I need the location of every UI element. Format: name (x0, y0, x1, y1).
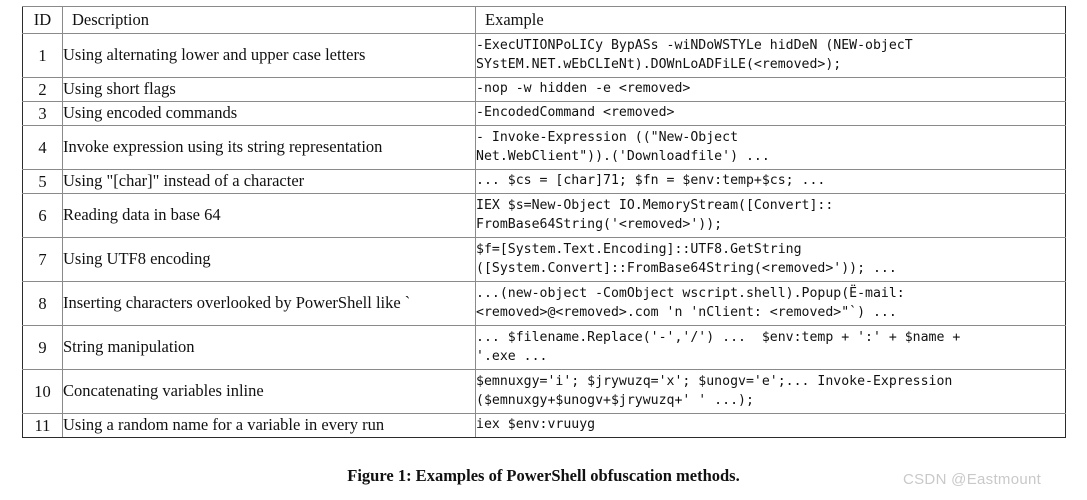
cell-description: Inserting characters overlooked by Power… (62, 281, 476, 326)
table-row: 5 Using "[char]" instead of a character..… (22, 169, 1066, 194)
cell-id: 2 (22, 77, 63, 102)
cell-id: 5 (22, 169, 63, 194)
cell-description: Reading data in base 64 (62, 193, 476, 238)
cell-id: 3 (22, 101, 63, 126)
table-row: 6 Reading data in base 64 IEX $s=New-Objec… (22, 193, 1066, 238)
column-header-description-label: Description (72, 10, 149, 29)
cell-example: ... $filename.Replace('-','/') ... $env:… (475, 325, 1066, 370)
cell-example: - Invoke-Expression (("New-Object Net.We… (475, 125, 1066, 170)
column-header-example: Example (475, 6, 1066, 34)
table-body: 1 Using alternating lower and upper case … (22, 33, 1066, 438)
table-row: 3 Using encoded commands -EncodedCommand <… (22, 101, 1066, 126)
cell-description: Using short flags (62, 77, 476, 102)
table-row: 2 Using short flags -nop -w hidden -e <rem… (22, 77, 1066, 102)
cell-description: Concatenating variables inline (62, 369, 476, 414)
table-row: 8 Inserting characters overlooked by Powe… (22, 281, 1066, 326)
cell-example: $emnuxgy='i'; $jrywuzq='x'; $unogv='e';.… (475, 369, 1066, 414)
cell-id: 11 (22, 413, 63, 438)
column-header-description: Description (62, 6, 476, 34)
table-row: 10 Concatenating variables inline $emnuxgy… (22, 369, 1066, 414)
table-row: 7 Using UTF8 encoding $f=[System.Text.Enco… (22, 237, 1066, 282)
table-row: 11 Using a random name for a variable in … (22, 413, 1066, 438)
figure-container: ID Description Example 1 Using alternatin… (22, 6, 1066, 438)
powershell-obfuscation-table: ID Description Example 1 Using alternatin… (22, 6, 1066, 438)
cell-example: -EncodedCommand <removed> (475, 101, 1066, 126)
cell-id: 6 (22, 193, 63, 238)
table-row: 9 String manipulation... $filename.Replac… (22, 325, 1066, 370)
cell-description: Using UTF8 encoding (62, 237, 476, 282)
cell-id: 9 (22, 325, 63, 370)
cell-example: ...(new-object -ComObject wscript.shell)… (475, 281, 1066, 326)
cell-example: $f=[System.Text.Encoding]::UTF8.GetStrin… (475, 237, 1066, 282)
cell-id: 7 (22, 237, 63, 282)
table-header-row: ID Description Example (22, 6, 1066, 34)
cell-description: Invoke expression using its string repre… (62, 125, 476, 170)
watermark-label: CSDN @Eastmount (903, 471, 1042, 488)
column-header-id: ID (22, 6, 63, 34)
cell-description: Using alternating lower and upper case l… (62, 33, 476, 78)
cell-id: 8 (22, 281, 63, 326)
table-row: 1 Using alternating lower and upper case … (22, 33, 1066, 78)
table-row: 4 Invoke expression using its string repr… (22, 125, 1066, 170)
cell-id: 1 (22, 33, 63, 78)
cell-description: String manipulation (62, 325, 476, 370)
cell-example: -ExecUTIONPoLICy BypASs -wiNDoWSTYLe hid… (475, 33, 1066, 78)
cell-id: 4 (22, 125, 63, 170)
cell-description: Using a random name for a variable in ev… (62, 413, 476, 438)
cell-id: 10 (22, 369, 63, 414)
cell-example: IEX $s=New-Object IO.MemoryStream([Conve… (475, 193, 1066, 238)
cell-example: -nop -w hidden -e <removed> (475, 77, 1066, 102)
cell-example: ... $cs = [char]71; $fn = $env:temp+$cs;… (475, 169, 1066, 194)
cell-example: iex $env:vruuyg (475, 413, 1066, 438)
cell-description: Using encoded commands (62, 101, 476, 126)
cell-description: Using "[char]" instead of a character (62, 169, 476, 194)
table-header: ID Description Example (22, 6, 1066, 34)
column-header-id-label: ID (33, 10, 52, 29)
column-header-example-label: Example (485, 10, 544, 29)
